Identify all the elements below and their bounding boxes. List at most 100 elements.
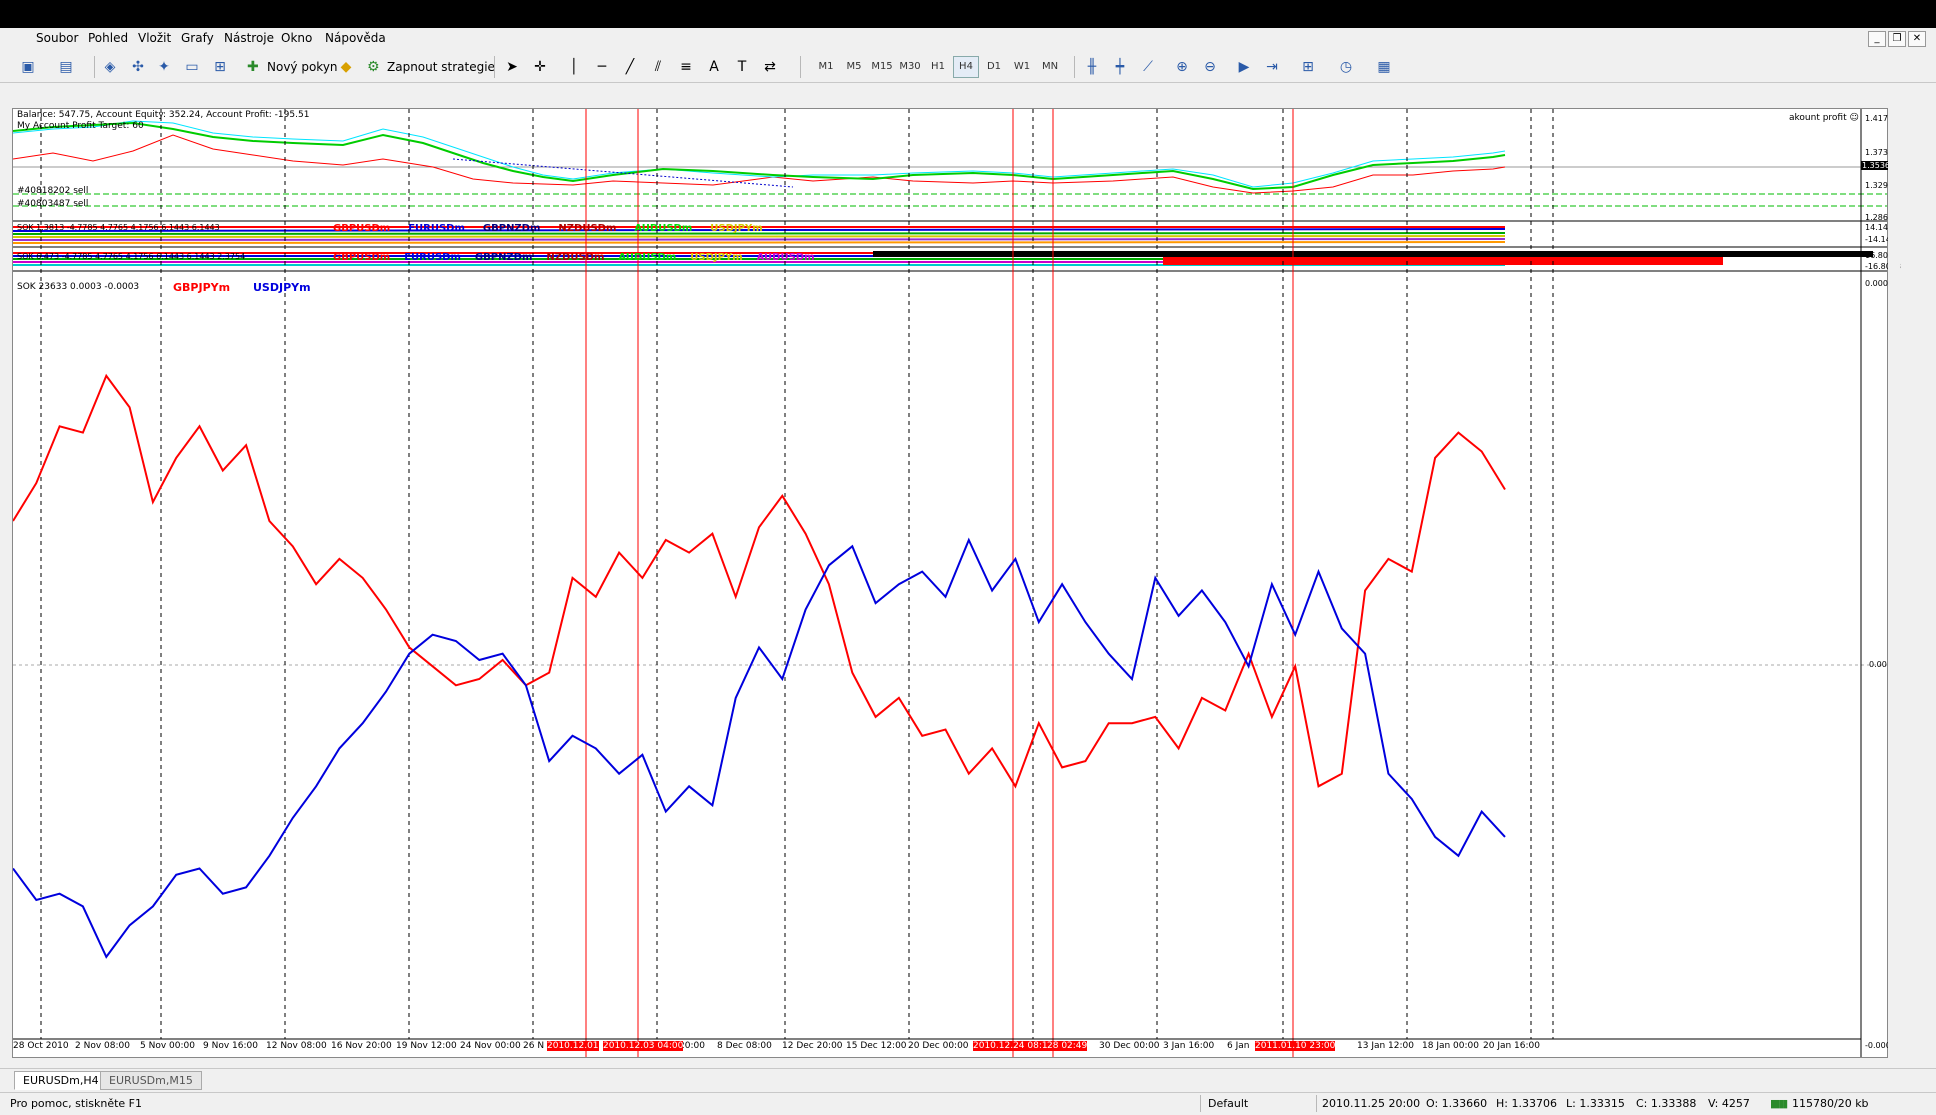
menu-napoveda[interactable]: Nápověda <box>325 31 386 45</box>
periods-icon[interactable]: ◷ <box>1334 56 1358 78</box>
zoom-in-icon[interactable]: ⊕ <box>1170 56 1194 78</box>
autotrading-label: Zapnout strategie <box>387 60 495 74</box>
text-icon[interactable]: A <box>702 56 726 78</box>
timeframe-m15[interactable]: M15 <box>869 56 895 78</box>
minimize-button[interactable]: _ <box>1868 31 1886 47</box>
timeframe-d1[interactable]: D1 <box>981 56 1007 78</box>
terminal-icon[interactable]: ▭ <box>180 56 204 78</box>
tester-icon[interactable]: ⊞ <box>208 56 232 78</box>
toolbar: ▣ ▤ ◈ ✣ ✦ ▭ ⊞ ✚ Nový pokyn ◆ ⚙ Zapnout s… <box>0 50 1936 83</box>
horizontal-line-icon[interactable]: ─ <box>590 56 614 78</box>
vertical-scrollbar[interactable] <box>1888 108 1900 1056</box>
new-order-icon: ✚ <box>247 59 259 75</box>
status-separator <box>1316 1095 1317 1112</box>
profiles-icon[interactable]: ▤ <box>54 56 78 78</box>
timeframe-h1[interactable]: H1 <box>925 56 951 78</box>
new-chart-icon[interactable]: ▣ <box>16 56 40 78</box>
candlestick-icon[interactable]: ┿ <box>1108 56 1132 78</box>
menu-nastroje[interactable]: Nástroje <box>224 31 274 45</box>
menu-soubor[interactable]: Soubor <box>36 31 78 45</box>
timeframe-w1[interactable]: W1 <box>1009 56 1035 78</box>
order-label-1: #40818202 sell <box>17 186 89 196</box>
restore-button[interactable]: ❐ <box>1888 31 1906 47</box>
zoom-out-icon[interactable]: ⊖ <box>1198 56 1222 78</box>
indicator-series <box>13 373 1506 959</box>
chart-tabs: EURUSDm,H4 EURUSDm,M15 <box>0 1068 1936 1091</box>
timeframe-mn[interactable]: MN <box>1037 56 1063 78</box>
time-label: 2 Nov 08:00 <box>75 1041 130 1051</box>
sub2-pair: NZDUSDm <box>546 252 605 263</box>
time-label: 3 Jan 16:00 <box>1163 1041 1215 1051</box>
vertical-grid <box>40 109 1554 1039</box>
meta-editor-icon[interactable]: ◆ <box>334 56 358 78</box>
data-window-icon[interactable]: ✣ <box>126 56 150 78</box>
time-label: 20 Jan 16:00 <box>1483 1041 1540 1051</box>
target-text: My Account Profit Target: 60 <box>17 121 144 131</box>
sub1-pair: AUDUSDm <box>634 223 693 234</box>
timeframe-h4[interactable]: H4 <box>953 56 979 78</box>
sub-panel-1 <box>13 226 1887 248</box>
timeframe-m5[interactable]: M5 <box>841 56 867 78</box>
status-time: 2010.11.25 20:00 <box>1322 1097 1421 1110</box>
chart-window[interactable]: Balance: 547.75, Account Equity: 352.24,… <box>12 108 1901 1058</box>
time-label: 5 Nov 00:00 <box>140 1041 195 1051</box>
menu-okno[interactable]: Okno <box>281 31 312 45</box>
toolbar-separator <box>800 56 801 78</box>
time-marker: 2010.12.24 08:18 <box>973 1041 1054 1051</box>
autotrading-button[interactable]: ⚙ Zapnout strategie <box>362 56 502 78</box>
status-open: O: 1.33660 <box>1426 1097 1488 1110</box>
menu-vlozit[interactable]: Vložit <box>138 31 171 45</box>
cursor-icon[interactable]: ➤ <box>500 56 524 78</box>
templates-icon[interactable]: ▦ <box>1372 56 1396 78</box>
market-watch-icon[interactable]: ◈ <box>98 56 122 78</box>
label-icon[interactable]: T <box>730 56 754 78</box>
sub1-label: SOK 1.3813 -4.7785 4.7765 4.1756 6.1443 … <box>17 223 220 232</box>
time-label: 28 Oct 2010 <box>13 1041 69 1051</box>
sub1-line <box>13 235 1506 238</box>
timeframe-m1[interactable]: M1 <box>813 56 839 78</box>
sub-panel-2 <box>13 251 1887 272</box>
vertical-line-icon[interactable]: │ <box>562 56 586 78</box>
status-separator <box>1200 1095 1201 1112</box>
arrows-icon[interactable]: ⇄ <box>758 56 782 78</box>
indicator-name: akount profit ☺ <box>1789 113 1859 123</box>
line-chart-icon[interactable]: ⟋ <box>1136 56 1160 78</box>
crosshair-icon[interactable]: ✛ <box>528 56 552 78</box>
sub1-line <box>13 241 1506 244</box>
time-marker: 2011.01.10 23:00 <box>1255 1041 1336 1051</box>
timeframe-m30[interactable]: M30 <box>897 56 923 78</box>
series-line-usdjpym <box>13 537 1506 959</box>
series-legend-usdjpy: USDJPYm <box>253 281 311 294</box>
navigator-icon[interactable]: ✦ <box>152 56 176 78</box>
time-label: 18 Jan 00:00 <box>1422 1041 1479 1051</box>
sub1-line <box>13 238 1506 241</box>
sub2-pair: AUDUSDm <box>756 252 815 263</box>
status-bar: Pro pomoc, stiskněte F1 Default 2010.11.… <box>0 1092 1936 1115</box>
sub2-label: SOK 6.473 -4.7785 4.7765 4.1756 6.1443 6… <box>17 252 246 261</box>
sub2-pair: AUDUSDm <box>618 252 677 263</box>
price-panel <box>13 109 1887 222</box>
chart-shift-icon[interactable]: ⇥ <box>1260 56 1284 78</box>
indicators-icon[interactable]: ⊞ <box>1296 56 1320 78</box>
sub2-pair: USDJPYm <box>690 252 743 263</box>
balance-text: Balance: 547.75, Account Equity: 352.24,… <box>17 110 310 120</box>
new-order-button[interactable]: ✚ Nový pokyn <box>242 56 345 78</box>
menu-grafy[interactable]: Grafy <box>181 31 214 45</box>
trendline-icon[interactable]: ╱ <box>618 56 642 78</box>
toolbar-separator <box>94 56 95 78</box>
status-volume: V: 4257 <box>1708 1097 1750 1110</box>
fibonacci-icon[interactable]: ≡ <box>674 56 698 78</box>
time-label: 20 Dec 00:00 <box>908 1041 969 1051</box>
time-label: 26 N <box>523 1041 545 1051</box>
time-label: 19 Nov 12:00 <box>396 1041 457 1051</box>
auto-scroll-icon[interactable]: ▶ <box>1232 56 1256 78</box>
sub2-pairs: GBPUSDm EURUSDm GBPNZDm NZDUSDm AUDUSDm … <box>333 252 815 263</box>
bar-chart-icon[interactable]: ╫ <box>1080 56 1104 78</box>
close-button[interactable]: ✕ <box>1908 31 1926 47</box>
channel-icon[interactable]: ⫽ <box>646 56 670 78</box>
order-label-2: #40803487 sell <box>17 199 89 209</box>
tab-eurusdm-h4[interactable]: EURUSDm,H4 <box>14 1071 108 1090</box>
status-close: C: 1.33388 <box>1636 1097 1697 1110</box>
tab-eurusdm-m15[interactable]: EURUSDm,M15 <box>100 1071 202 1090</box>
menu-pohled[interactable]: Pohled <box>88 31 128 45</box>
